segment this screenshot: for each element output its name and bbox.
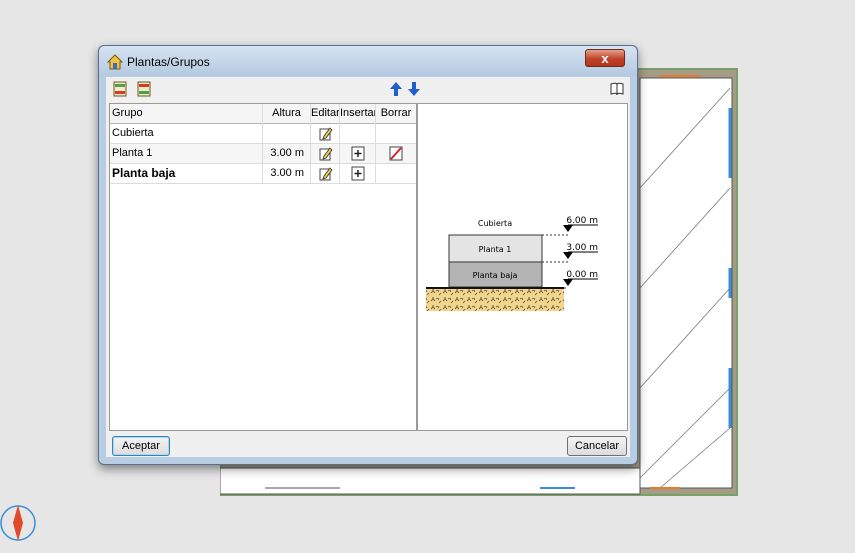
borrar-cell bbox=[376, 144, 416, 164]
insertar-cell bbox=[340, 144, 376, 164]
editar-cell bbox=[311, 144, 340, 164]
plantas-grupos-dialog: Plantas/Grupos x Grupo Altura Editar Ins… bbox=[98, 45, 638, 465]
level-marker-icon bbox=[563, 252, 573, 259]
grupo-cell: Cubierta bbox=[110, 124, 263, 144]
level-marker-icon bbox=[563, 225, 573, 232]
cancel-button[interactable]: Cancelar bbox=[567, 436, 627, 456]
dialog-title: Plantas/Grupos bbox=[127, 55, 210, 69]
header-insertar[interactable]: Insertar bbox=[340, 104, 376, 124]
groups-table: Grupo Altura Editar Insertar Borrar Cubi… bbox=[109, 103, 417, 431]
insert-plus-icon[interactable] bbox=[351, 146, 365, 161]
floor-label-cubierta: Cubierta bbox=[478, 219, 512, 228]
house-icon bbox=[107, 54, 123, 70]
insertar-cell bbox=[340, 164, 376, 184]
level-label-3: 3.00 m bbox=[566, 243, 598, 253]
grupo-cell: Planta 1 bbox=[110, 144, 263, 164]
delete-icon[interactable] bbox=[389, 146, 403, 161]
accept-button[interactable]: Aceptar bbox=[112, 436, 170, 456]
insert-group-above-icon[interactable] bbox=[112, 81, 128, 97]
dialog-titlebar[interactable]: Plantas/Grupos x bbox=[99, 46, 637, 76]
move-up-arrow-icon[interactable] bbox=[388, 81, 404, 97]
level-label-0: 0.00 m bbox=[566, 270, 598, 280]
borrar-cell bbox=[376, 164, 416, 184]
altura-cell: 3.00 m bbox=[263, 144, 311, 164]
altura-cell bbox=[263, 124, 311, 144]
edit-pencil-icon[interactable] bbox=[319, 126, 333, 141]
borrar-cell bbox=[376, 124, 416, 144]
altura-cell: 3.00 m bbox=[263, 164, 311, 184]
table-header: Grupo Altura Editar Insertar Borrar bbox=[110, 104, 416, 124]
table-row[interactable]: Planta baja 3.00 m bbox=[110, 164, 416, 184]
editar-cell bbox=[311, 124, 340, 144]
insert-group-below-icon[interactable] bbox=[136, 81, 152, 97]
dialog-body: Grupo Altura Editar Insertar Borrar Cubi… bbox=[106, 77, 630, 457]
header-editar[interactable]: Editar bbox=[311, 104, 340, 124]
grupo-cell: Planta baja bbox=[110, 164, 263, 184]
level-marker-icon bbox=[563, 279, 573, 286]
edit-pencil-icon[interactable] bbox=[319, 146, 333, 161]
floor-label-planta-baja: Planta baja bbox=[473, 271, 518, 280]
edit-pencil-icon[interactable] bbox=[319, 166, 333, 181]
header-altura[interactable]: Altura bbox=[263, 104, 311, 124]
floor-label-planta-1: Planta 1 bbox=[479, 245, 512, 254]
close-button[interactable]: x bbox=[585, 49, 625, 67]
elevation-diagram: Cubierta Planta 1 Planta baja 6.00 m 3.0… bbox=[426, 216, 598, 311]
elevation-preview: Cubierta Planta 1 Planta baja 6.00 m 3.0… bbox=[417, 103, 628, 431]
editar-cell bbox=[311, 164, 340, 184]
level-label-6: 6.00 m bbox=[566, 216, 598, 226]
insert-plus-icon[interactable] bbox=[351, 166, 365, 181]
compass-icon bbox=[0, 505, 36, 541]
table-row[interactable]: Planta 1 3.00 m bbox=[110, 144, 416, 164]
help-book-icon[interactable] bbox=[609, 81, 625, 97]
move-down-arrow-icon[interactable] bbox=[406, 81, 422, 97]
ground-fill bbox=[426, 289, 564, 311]
header-borrar[interactable]: Borrar bbox=[376, 104, 416, 124]
header-grupo[interactable]: Grupo bbox=[110, 104, 263, 124]
insertar-cell bbox=[340, 124, 376, 144]
toolbar bbox=[106, 77, 630, 103]
table-row[interactable]: Cubierta bbox=[110, 124, 416, 144]
